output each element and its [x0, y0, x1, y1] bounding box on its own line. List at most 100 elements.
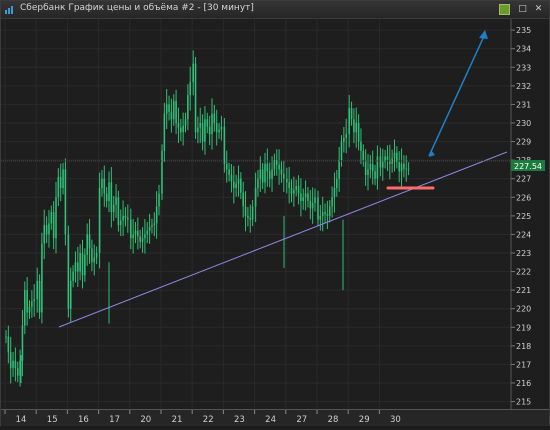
price-tick-label: 225	[516, 212, 531, 221]
candle-body	[251, 206, 254, 220]
candle-body	[7, 336, 10, 353]
link-toggle-icon[interactable]	[499, 4, 510, 15]
candle-body	[115, 197, 117, 205]
candle-body	[199, 123, 202, 128]
candle-body	[155, 206, 158, 224]
candle-body	[124, 215, 127, 218]
candle-body	[343, 137, 345, 142]
candle-body	[79, 253, 81, 272]
candle-body	[45, 225, 48, 235]
candle-body	[223, 126, 226, 164]
candle-body	[405, 168, 408, 170]
candle-body	[165, 104, 168, 114]
candle-body	[59, 176, 62, 188]
time-tick-label: 17	[109, 415, 120, 425]
price-tick-label: 217	[516, 360, 531, 369]
candle-body	[28, 306, 31, 313]
price-tick-label: 230	[516, 119, 531, 128]
candle-body	[50, 212, 53, 224]
candle-body	[376, 156, 379, 179]
price-tick-label: 216	[516, 379, 531, 388]
candle-body	[355, 123, 358, 133]
candle-body	[333, 188, 336, 198]
candle-body	[117, 197, 120, 226]
candle-body	[307, 193, 309, 201]
candle-body	[12, 360, 14, 369]
time-tick-label: 30	[390, 415, 401, 425]
candle-body	[101, 178, 103, 188]
candle-body	[187, 95, 189, 120]
candle-body	[280, 169, 283, 175]
price-chart[interactable]: 2352342332322312302292282272262252242232…	[1, 19, 549, 409]
price-tick-label: 224	[516, 230, 531, 239]
candle-body	[88, 234, 91, 249]
candle-body	[369, 163, 372, 170]
candle-body	[220, 126, 223, 130]
candle-body	[247, 215, 249, 218]
candle-body	[134, 230, 137, 235]
price-tick-label: 220	[516, 305, 531, 314]
candle-body	[244, 206, 247, 216]
candle-body	[407, 168, 410, 170]
candle-body	[91, 248, 93, 263]
candle-body	[297, 186, 300, 194]
price-tick-label: 221	[516, 286, 531, 295]
candle-body	[48, 223, 50, 235]
time-tick-label: 15	[47, 415, 58, 425]
candle-body	[271, 169, 273, 179]
candle-body	[105, 193, 108, 201]
candle-body	[95, 253, 98, 258]
candle-body	[371, 163, 374, 172]
candle-body	[357, 123, 360, 142]
candle-body	[153, 223, 156, 226]
candle-body	[180, 127, 182, 133]
time-tick-label: 20	[140, 415, 151, 425]
candle-body	[273, 160, 276, 170]
candle-body	[283, 174, 285, 179]
price-tick-label: 223	[516, 249, 531, 258]
time-tick-label: 29	[359, 415, 370, 425]
candle-body	[81, 253, 84, 276]
candle-body	[119, 220, 122, 226]
candle-body	[240, 178, 242, 193]
candle-body	[9, 352, 12, 369]
price-tick-label: 234	[516, 45, 531, 54]
title-bar[interactable]: Сбербанк График цены и объёма #2 - [30 м…	[1, 1, 549, 19]
time-tick-label: 23	[234, 415, 245, 425]
candle-body	[74, 262, 77, 272]
candle-body	[360, 141, 362, 151]
candle-body	[36, 280, 38, 300]
current-price-label: 227.54	[514, 162, 542, 171]
candle-body	[192, 63, 194, 83]
candle-body	[148, 227, 151, 231]
price-tick-label: 218	[516, 342, 531, 351]
price-tick-label: 222	[516, 268, 531, 277]
candle-body	[311, 202, 314, 209]
candle-body	[350, 108, 353, 120]
close-button[interactable]: ✕	[533, 4, 544, 15]
candle-body	[122, 215, 124, 221]
candle-body	[204, 119, 206, 142]
candle-body	[326, 214, 329, 216]
candle-body	[55, 197, 57, 239]
window-title: Сбербанк График цены и объёма #2 - [30 м…	[20, 3, 254, 13]
candle-body	[130, 219, 132, 239]
price-tick-label: 232	[516, 82, 531, 91]
candle-body	[317, 197, 319, 220]
candle-body	[57, 176, 60, 198]
restore-button[interactable]: □	[517, 4, 528, 15]
candle-body	[295, 186, 297, 190]
candle-body	[108, 182, 110, 201]
candle-body	[31, 301, 33, 307]
candle-body	[215, 123, 218, 133]
time-axis: 14 15 16 17 20 21 22 23 24 27 28 29 30	[4, 410, 401, 425]
candle-body	[103, 178, 106, 194]
candle-body	[290, 188, 293, 194]
candle-body	[197, 127, 199, 133]
candle-body	[362, 150, 365, 161]
candle-body	[237, 178, 240, 184]
candle-body	[69, 280, 72, 309]
candle-body	[163, 113, 166, 151]
candle-body	[86, 234, 88, 255]
candle-body	[264, 163, 266, 183]
